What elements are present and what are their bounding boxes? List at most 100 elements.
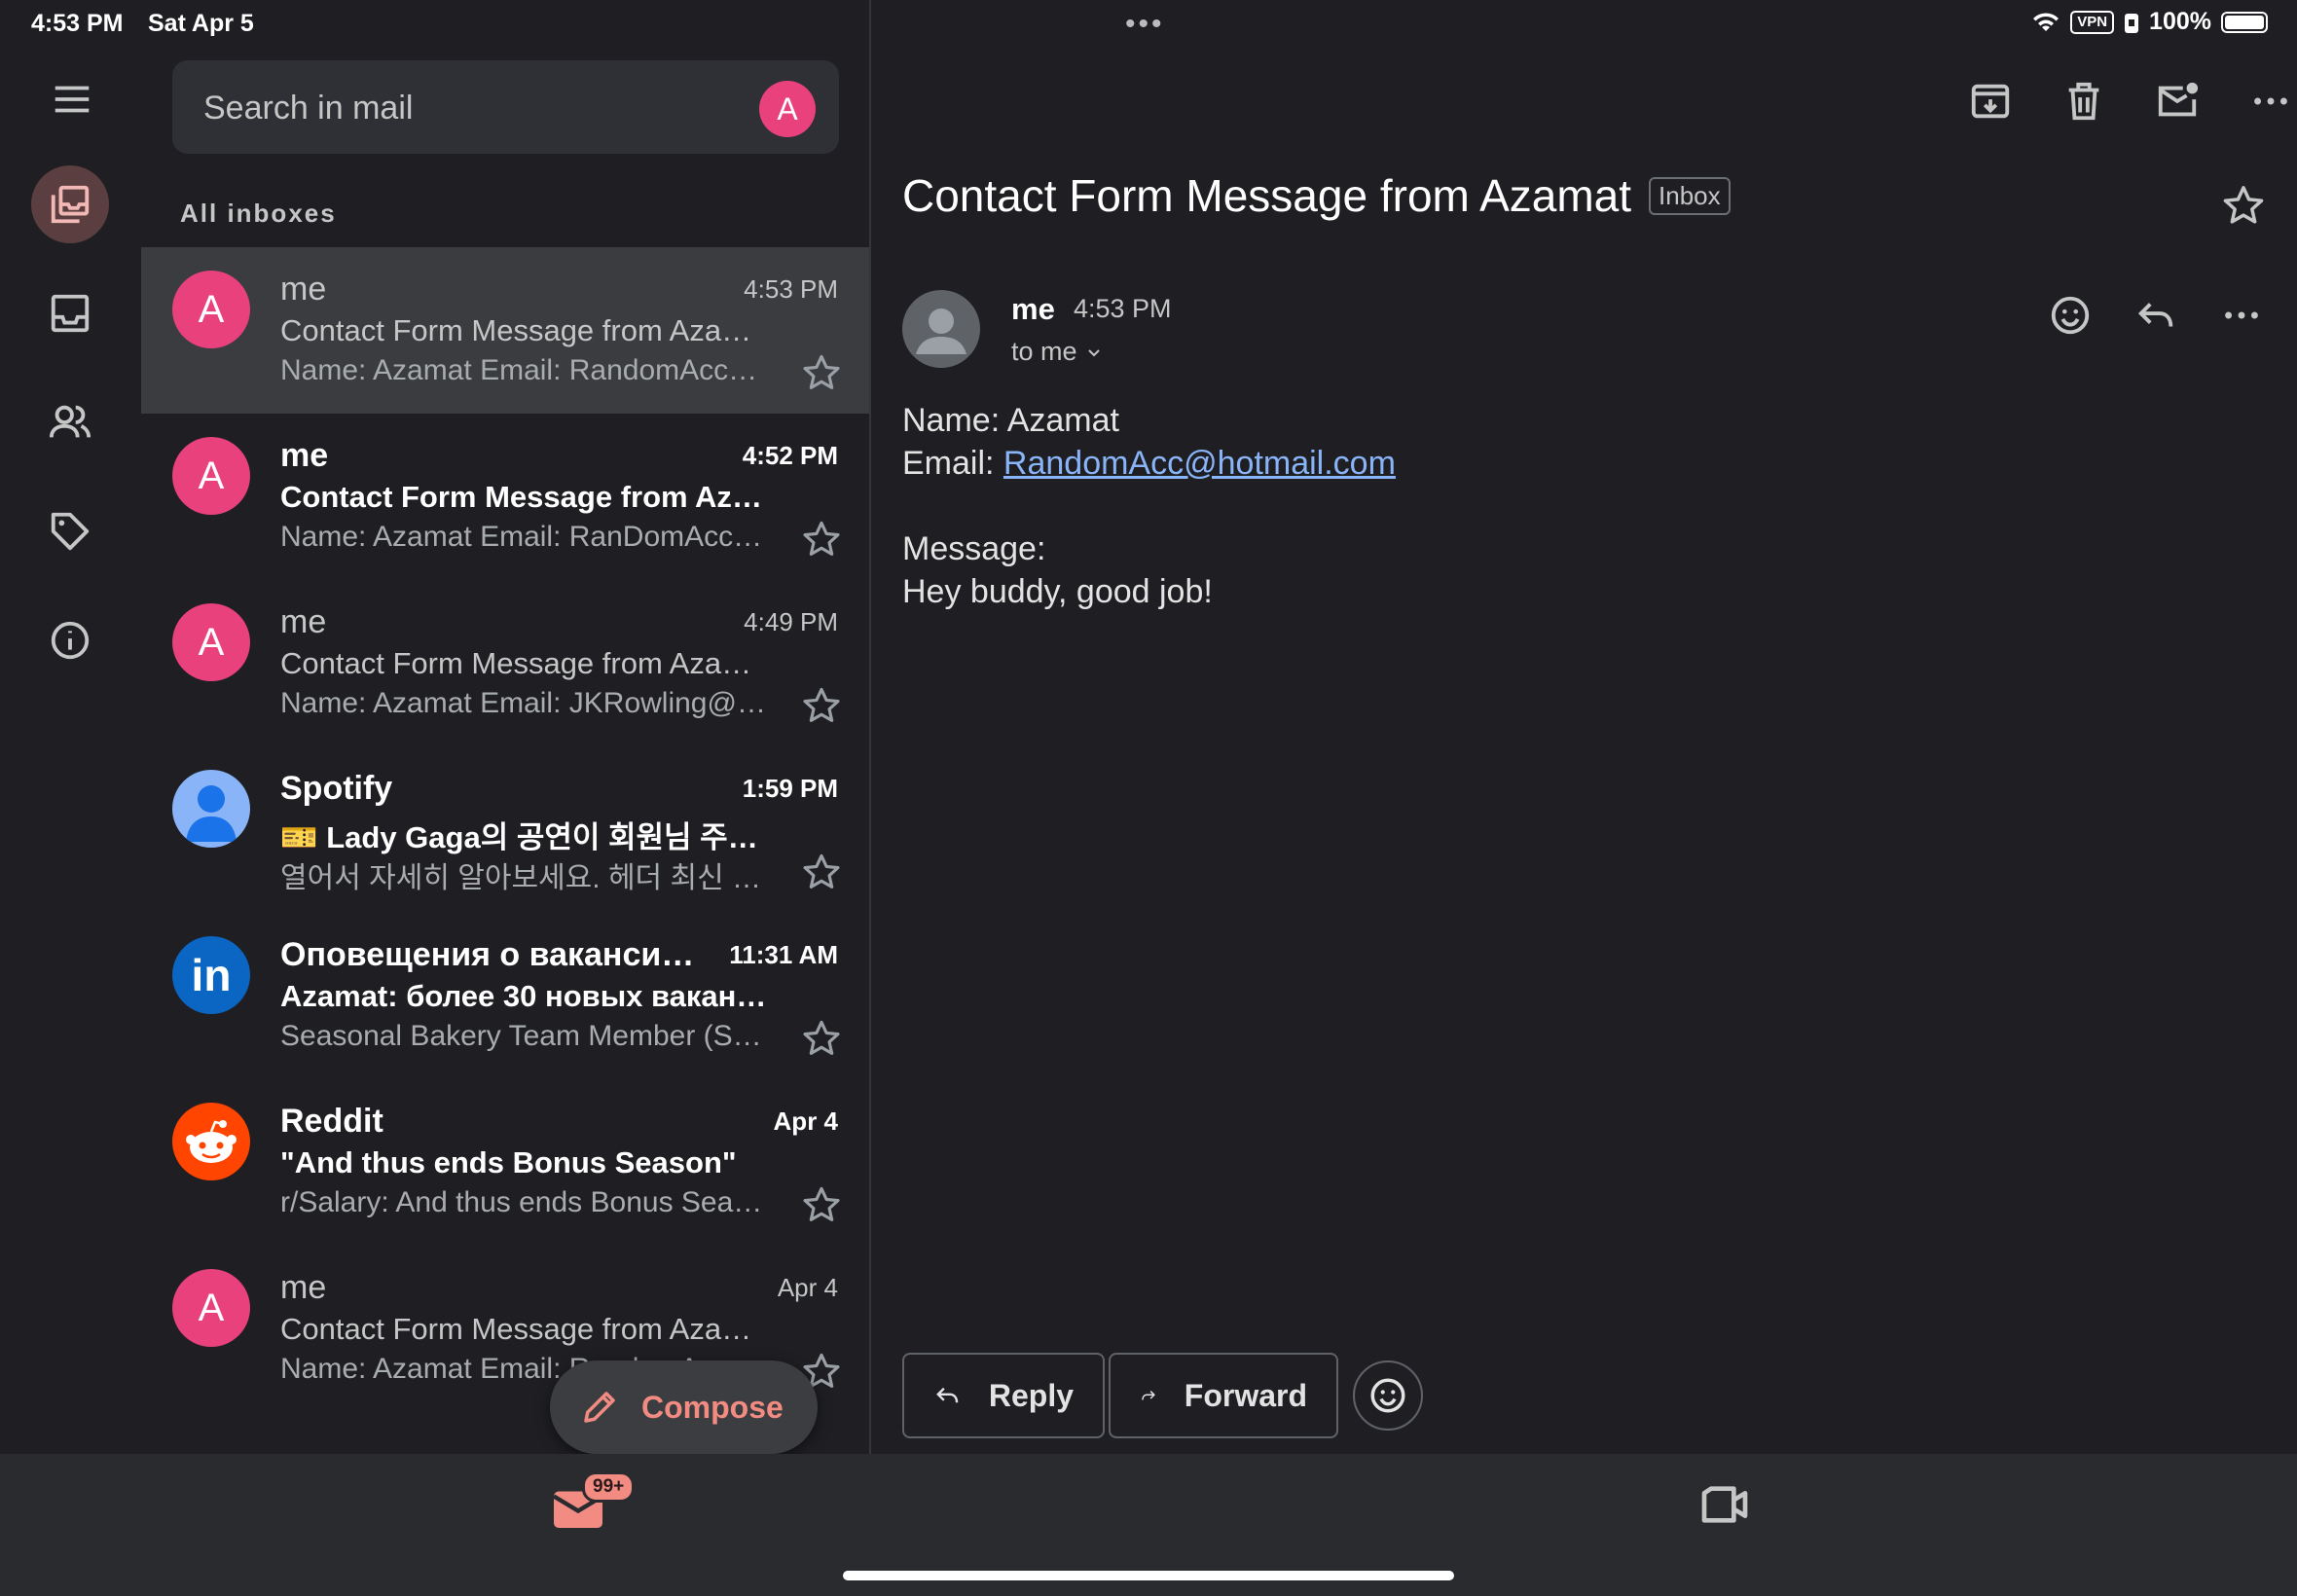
reply-icon-button[interactable] bbox=[2127, 286, 2185, 345]
account-avatar[interactable]: A bbox=[759, 81, 816, 137]
section-label: All inboxes bbox=[180, 199, 337, 228]
star-icon[interactable] bbox=[801, 352, 842, 393]
inbox-label-chip[interactable]: Inbox bbox=[1649, 176, 1731, 215]
search-input[interactable]: Search in mail A bbox=[172, 60, 839, 154]
reply-icon bbox=[2137, 303, 2173, 327]
email-subject: Contact Form Message from Azamat bbox=[902, 170, 1632, 221]
status-indicators: VPN 100% bbox=[2031, 8, 2268, 36]
archive-button[interactable] bbox=[1961, 72, 2020, 130]
archive-icon bbox=[1971, 84, 2010, 119]
mail-time: 4:53 PM bbox=[744, 274, 838, 304]
more-options-button[interactable] bbox=[2242, 72, 2297, 130]
star-icon[interactable] bbox=[2221, 183, 2266, 228]
emoji-reaction-button[interactable] bbox=[1353, 1360, 1423, 1431]
rail-inbox[interactable] bbox=[31, 274, 109, 352]
rail-contacts[interactable] bbox=[31, 383, 109, 461]
body-email-prefix: Email: bbox=[902, 445, 1003, 482]
video-camera-icon[interactable] bbox=[1697, 1477, 1752, 1532]
battery-icon bbox=[2221, 11, 2268, 33]
body-name-line: Name: Azamat bbox=[902, 402, 1119, 439]
mail-snippet: r/Salary: And thus ends Bonus Season bbox=[280, 1186, 777, 1218]
star-icon[interactable] bbox=[801, 685, 842, 726]
mail-subject: Contact Form Message from Azamat bbox=[280, 646, 767, 680]
mail-list-item[interactable]: Ame 4:49 PM Contact Form Message from Azam… bbox=[141, 580, 869, 746]
people-icon bbox=[49, 405, 91, 438]
reply-icon bbox=[936, 1387, 959, 1403]
mail-snippet: Seasonal Bakery Team Member (Seasonal) bbox=[280, 1020, 777, 1052]
reply-button[interactable]: Reply bbox=[902, 1353, 1105, 1438]
mail-subject: Contact Form Message from Azamat bbox=[280, 1312, 767, 1346]
forward-label: Forward bbox=[1184, 1377, 1307, 1413]
star-icon[interactable] bbox=[801, 1018, 842, 1059]
sender-name: Spotify bbox=[280, 770, 393, 807]
rail-about[interactable] bbox=[31, 601, 109, 679]
mail-time: 11:31 AM bbox=[729, 940, 838, 969]
sender-name: me bbox=[280, 437, 329, 474]
sender-avatar[interactable] bbox=[902, 290, 980, 368]
star-icon[interactable] bbox=[801, 852, 842, 892]
star-icon[interactable] bbox=[801, 1184, 842, 1225]
body-message-label: Message: bbox=[902, 530, 1046, 567]
sender-avatar: in bbox=[172, 936, 250, 1014]
home-indicator[interactable] bbox=[843, 1571, 1454, 1580]
rail-all-inboxes[interactable] bbox=[31, 165, 109, 243]
bottom-navigation: 99+ bbox=[0, 1454, 2297, 1596]
mail-list-pane: Search in mail A All inboxes Ame 4:53 PM C… bbox=[141, 47, 869, 1454]
mail-snippet: Name: Azamat Email: RanDomAcc@hotmail.co… bbox=[280, 521, 777, 553]
mail-list-item[interactable]: Ame 4:52 PM Contact Form Message from Azam… bbox=[141, 414, 869, 580]
multitasking-dots-icon[interactable]: ••• bbox=[1125, 8, 1165, 41]
status-bar: 4:53 PM Sat Apr 5 ••• VPN 100% bbox=[0, 0, 2297, 47]
mail-list-item[interactable]: Reddit Apr 4 "And thus ends Bonus Season" r… bbox=[141, 1079, 869, 1246]
mail-time: 1:59 PM bbox=[742, 774, 838, 803]
menu-button[interactable] bbox=[43, 70, 101, 128]
mail-snippet: 열어서 자세히 알아보세요. 헤더 최신 공연 소식 bbox=[280, 862, 777, 894]
mail-snippet: Name: Azamat Email: RandomAcc@hotmail.co… bbox=[280, 354, 777, 386]
person-icon bbox=[186, 785, 237, 842]
sender-avatar: A bbox=[172, 1269, 250, 1347]
star-icon[interactable] bbox=[801, 519, 842, 560]
more-horizontal-icon bbox=[2254, 97, 2287, 105]
emoji-icon bbox=[2051, 296, 2090, 335]
forward-icon bbox=[1142, 1391, 1155, 1400]
compose-button[interactable]: Compose bbox=[550, 1360, 818, 1454]
mark-unread-button[interactable] bbox=[2148, 72, 2206, 130]
sent-time: 4:53 PM bbox=[1074, 294, 1172, 323]
mail-subject: "And thus ends Bonus Season" bbox=[280, 1145, 737, 1179]
email-link[interactable]: RandomAcc@hotmail.com bbox=[1003, 445, 1396, 482]
mail-time: Apr 4 bbox=[777, 1273, 838, 1302]
chevron-down-icon bbox=[1087, 348, 1100, 356]
body-message: Hey buddy, good job! bbox=[902, 573, 1213, 610]
forward-button[interactable]: Forward bbox=[1109, 1353, 1338, 1438]
react-emoji-button[interactable] bbox=[2041, 286, 2099, 345]
sender-avatar bbox=[172, 1103, 250, 1180]
sender-name: me bbox=[280, 1269, 327, 1306]
status-date: Sat Apr 5 bbox=[148, 10, 254, 37]
email-body: Name: Azamat Email: RandomAcc@hotmail.co… bbox=[902, 399, 1396, 613]
reply-label: Reply bbox=[988, 1377, 1074, 1413]
subject-line: Contact Form Message from Azamat Inbox bbox=[902, 169, 1731, 222]
mail-list-item[interactable]: Spotify 1:59 PM 🎫 Lady Gaga의 공연이 회원님 주변… 열어… bbox=[141, 746, 869, 913]
sender-name: me bbox=[280, 271, 327, 308]
mail-list-item[interactable]: Ame 4:53 PM Contact Form Message from Azam… bbox=[141, 247, 869, 414]
sender-name: Оповещения о вакансиях LinkedIn bbox=[280, 936, 709, 973]
recipients-text: to me bbox=[1011, 337, 1077, 366]
rail-labels[interactable] bbox=[31, 492, 109, 570]
message-more-button[interactable] bbox=[2212, 286, 2271, 345]
label-tag-icon bbox=[51, 512, 90, 551]
reddit-logo-icon bbox=[186, 1120, 237, 1163]
mail-subject: 🎫 Lady Gaga의 공연이 회원님 주변… bbox=[280, 820, 767, 854]
recipients-toggle[interactable]: to me bbox=[1011, 337, 1101, 367]
mail-subject: Contact Form Message from Azamat bbox=[280, 480, 767, 514]
all-inboxes-icon bbox=[51, 185, 90, 224]
trash-icon bbox=[2068, 82, 2099, 121]
mail-time: Apr 4 bbox=[773, 1106, 838, 1136]
delete-button[interactable] bbox=[2055, 72, 2113, 130]
mail-list-item[interactable]: in Оповещения о вакансиях LinkedIn 11:31 A… bbox=[141, 913, 869, 1079]
reading-pane: Contact Form Message from Azamat Inbox m… bbox=[871, 47, 2297, 1454]
info-icon bbox=[51, 621, 90, 660]
sender-avatar: A bbox=[172, 437, 250, 515]
mail-unread-icon bbox=[2158, 82, 2199, 117]
mail-subject: Contact Form Message from Azamat bbox=[280, 313, 767, 347]
battery-percent: 100% bbox=[2149, 8, 2211, 35]
vpn-badge: VPN bbox=[2070, 10, 2115, 34]
